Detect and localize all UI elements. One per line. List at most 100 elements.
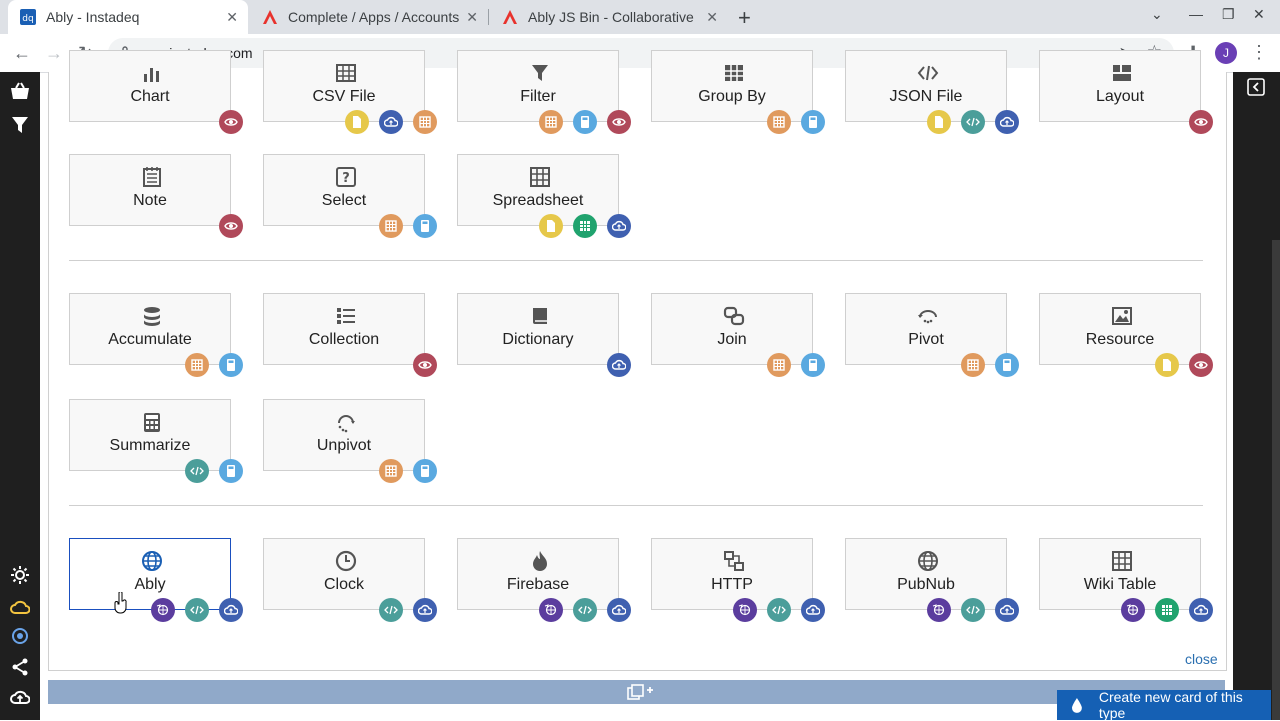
table-icon[interactable] — [185, 353, 209, 377]
cloud-upload-icon[interactable] — [8, 686, 32, 708]
file-icon[interactable] — [345, 110, 369, 134]
eye-icon[interactable] — [219, 110, 243, 134]
card-output-badges — [219, 110, 243, 134]
file-icon[interactable] — [927, 110, 951, 134]
satellite-globe-icon[interactable] — [927, 598, 951, 622]
table-icon[interactable] — [379, 459, 403, 483]
cloud-upload-icon[interactable] — [995, 598, 1019, 622]
tab-ably-instadeq[interactable]: dq Ably - Instadeq ✕ — [8, 0, 248, 34]
table-icon[interactable] — [767, 110, 791, 134]
calculator-icon[interactable] — [413, 214, 437, 238]
summarize-icon — [144, 413, 160, 432]
eye-icon[interactable] — [607, 110, 631, 134]
calculator-icon[interactable] — [801, 353, 825, 377]
code-icon[interactable] — [767, 598, 791, 622]
table-icon[interactable] — [413, 110, 437, 134]
close-tab-icon[interactable]: ✕ — [226, 9, 238, 26]
cloud-upload-icon[interactable] — [607, 598, 631, 622]
card-label: Firebase — [506, 576, 570, 593]
clock-icon — [335, 550, 357, 572]
cloud-upload-icon[interactable] — [607, 353, 631, 377]
card-note[interactable]: Note — [69, 154, 231, 226]
calculator-icon[interactable] — [413, 459, 437, 483]
code-icon[interactable] — [185, 459, 209, 483]
calculator-icon[interactable] — [573, 110, 597, 134]
table-icon[interactable] — [539, 110, 563, 134]
create-new-card-button[interactable]: Create new card of this type — [1057, 689, 1271, 721]
instadeq-favicon-icon: dq — [20, 9, 36, 25]
tab-complete-apps[interactable]: Complete / Apps / Accounts ✕ — [250, 0, 488, 34]
tab-label: Complete / Apps / Accounts — [288, 9, 460, 25]
select-icon: ? — [336, 167, 356, 187]
card-chart[interactable]: Chart — [69, 50, 231, 122]
code-icon[interactable] — [185, 598, 209, 622]
satellite-globe-icon[interactable] — [151, 598, 175, 622]
calculator-icon[interactable] — [219, 353, 243, 377]
minimize-window-icon[interactable]: — — [1189, 6, 1203, 22]
satellite-globe-icon[interactable] — [733, 598, 757, 622]
code-icon[interactable] — [961, 598, 985, 622]
table-icon[interactable] — [767, 353, 791, 377]
file-icon[interactable] — [1155, 353, 1179, 377]
collapse-panel-icon[interactable] — [1247, 78, 1265, 96]
spreadsheet-icon[interactable] — [1155, 598, 1179, 622]
cloud-upload-icon[interactable] — [219, 598, 243, 622]
cloud-upload-icon[interactable] — [379, 110, 403, 134]
card-output-badges — [151, 598, 243, 622]
tab-ably-js-bin[interactable]: Ably JS Bin - Collaborative ✕ — [490, 0, 728, 34]
forward-arrow-icon[interactable]: → — [45, 43, 63, 64]
resource-icon — [1112, 307, 1132, 325]
drop-icon — [1071, 698, 1082, 713]
scrollbar[interactable] — [1272, 240, 1280, 720]
dictionary-icon — [533, 308, 547, 324]
card-label: Collection — [308, 331, 380, 348]
card-collection[interactable]: Collection — [263, 293, 425, 365]
close-tab-icon[interactable]: ✕ — [466, 9, 478, 26]
card-output-badges — [767, 353, 825, 377]
new-tab-button[interactable]: + — [738, 5, 751, 31]
basket-icon[interactable] — [8, 80, 32, 102]
tab-search-icon[interactable]: ⌄ — [1151, 6, 1163, 23]
cloud-upload-icon[interactable] — [995, 110, 1019, 134]
calculator-icon[interactable] — [219, 459, 243, 483]
theme-sun-icon[interactable] — [8, 564, 32, 586]
card-dictionary[interactable]: Dictionary — [457, 293, 619, 365]
code-icon[interactable] — [961, 110, 985, 134]
file-icon[interactable] — [539, 214, 563, 238]
spreadsheet-icon[interactable] — [573, 214, 597, 238]
profile-avatar[interactable]: J — [1215, 42, 1237, 64]
eye-icon[interactable] — [413, 353, 437, 377]
close-tab-icon[interactable]: ✕ — [706, 9, 718, 26]
back-arrow-icon[interactable]: ← — [13, 43, 31, 64]
code-icon[interactable] — [379, 598, 403, 622]
code-icon[interactable] — [573, 598, 597, 622]
cloud-upload-icon[interactable] — [801, 598, 825, 622]
restore-window-icon[interactable]: ❐ — [1222, 6, 1235, 23]
eye-icon[interactable] — [219, 214, 243, 238]
browser-menu-icon[interactable]: ⋮ — [1250, 42, 1268, 63]
cloud-sync-icon[interactable] — [8, 596, 32, 618]
add-card-bar[interactable] — [48, 680, 1225, 704]
close-window-icon[interactable]: ✕ — [1253, 6, 1265, 23]
card-label: Clock — [323, 576, 364, 593]
card-layout[interactable]: Layout — [1039, 50, 1201, 122]
layout-icon — [1113, 65, 1131, 81]
eye-icon[interactable] — [1189, 353, 1213, 377]
calculator-icon[interactable] — [801, 110, 825, 134]
cloud-upload-icon[interactable] — [1189, 598, 1213, 622]
ably-logo-icon — [262, 9, 278, 25]
table-icon[interactable] — [379, 214, 403, 238]
satellite-globe-icon[interactable] — [1121, 598, 1145, 622]
eye-icon[interactable] — [1189, 110, 1213, 134]
table-icon[interactable] — [961, 353, 985, 377]
share-icon[interactable] — [8, 656, 32, 678]
satellite-globe-icon[interactable] — [539, 598, 563, 622]
card-output-badges — [539, 598, 631, 622]
wiki-table-icon — [1112, 551, 1132, 571]
refresh-target-icon[interactable] — [8, 625, 32, 647]
cloud-upload-icon[interactable] — [607, 214, 631, 238]
filter-icon[interactable] — [8, 114, 32, 136]
close-link[interactable]: close — [1185, 651, 1218, 667]
cloud-upload-icon[interactable] — [413, 598, 437, 622]
calculator-icon[interactable] — [995, 353, 1019, 377]
